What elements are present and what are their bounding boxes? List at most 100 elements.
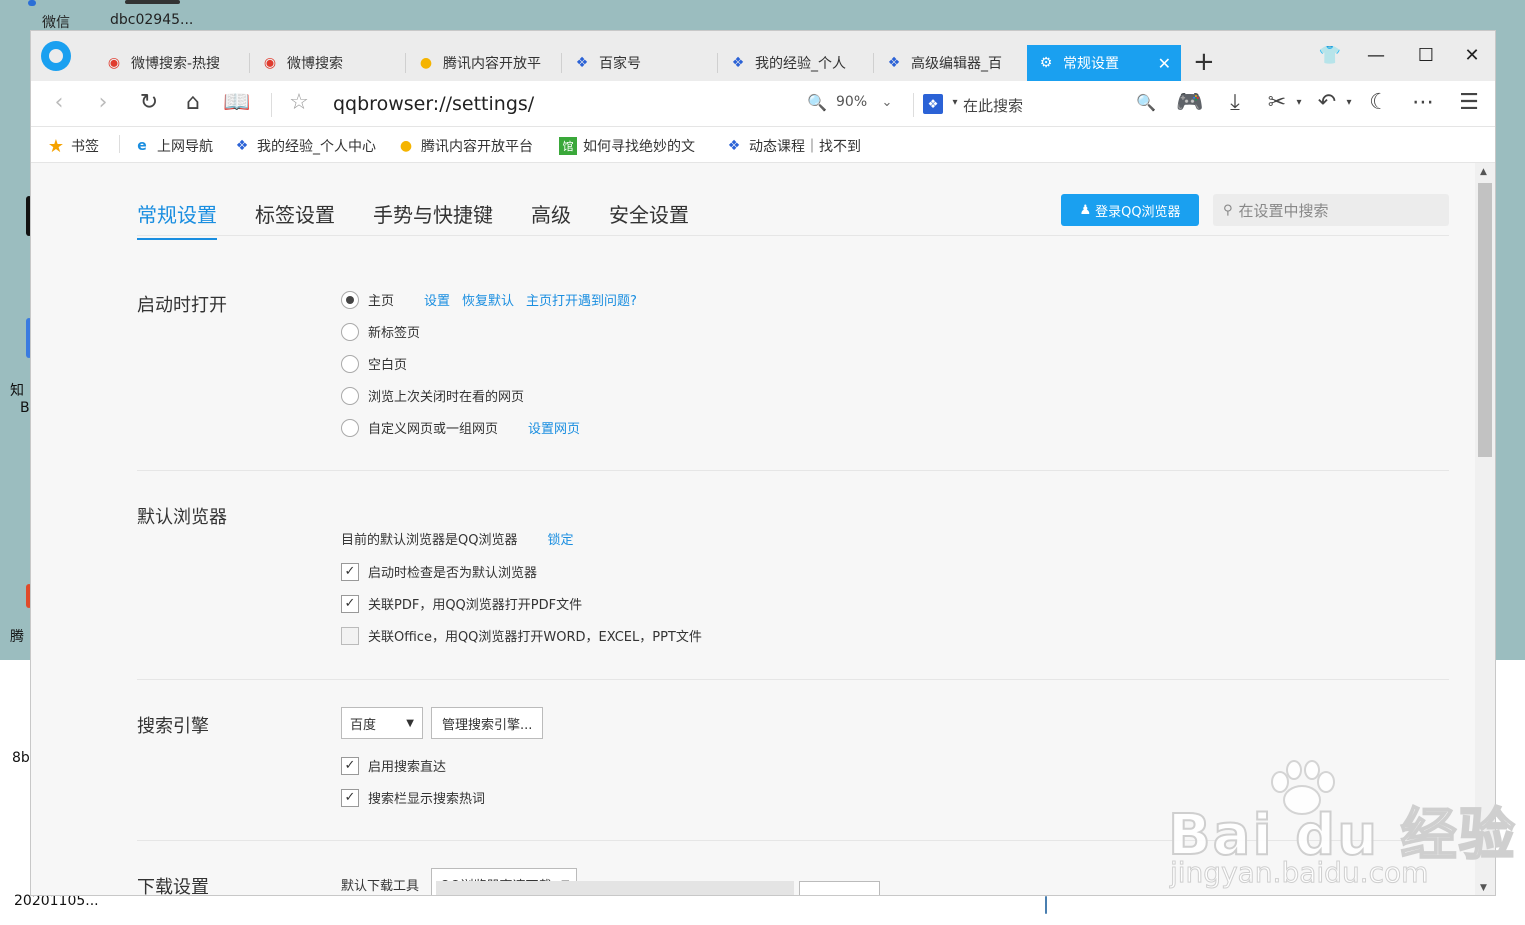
check-search-direct[interactable]: ✓ 启用搜索直达	[341, 756, 446, 775]
tab-general-settings[interactable]: ⚙ 常规设置 ✕	[1027, 45, 1181, 81]
tab-separator	[561, 53, 562, 73]
reading-mode-book-icon[interactable]: 📖	[223, 91, 251, 115]
bookmark-star-icon[interactable]: ☆	[285, 91, 313, 115]
undo-dropdown-caret-icon[interactable]: ▾	[1335, 91, 1363, 115]
tab-advanced-editor[interactable]: ❖ 高级编辑器_百	[875, 45, 1025, 81]
check-default-on-startup[interactable]: ✓ 启动时检查是否为默认浏览器	[341, 562, 537, 581]
startup-option-custom[interactable]: 自定义网页或一组网页 设置网页	[341, 418, 580, 437]
radio-homepage[interactable]	[341, 290, 359, 309]
baidu-paw-icon: ❖	[575, 55, 589, 71]
zoom-icon[interactable]: 🔍	[807, 91, 827, 115]
bookmark-item-find-article[interactable]: 馆 如何寻找绝妙的文	[559, 136, 709, 156]
checkbox-default-on-startup[interactable]: ✓	[341, 562, 359, 581]
radio-custom-pages[interactable]	[341, 418, 359, 437]
game-controller-icon[interactable]: 🎮	[1176, 91, 1204, 115]
radio-new-tab[interactable]	[341, 322, 359, 341]
address-bar-url[interactable]: qqbrowser://settings/	[333, 93, 534, 115]
settings-tab-advanced[interactable]: 高级	[531, 199, 571, 240]
tab-tencent-content[interactable]: ● 腾讯内容开放平	[407, 45, 557, 81]
skin-shirt-icon[interactable]: 👕	[1315, 45, 1345, 66]
checkbox-associate-pdf[interactable]: ✓	[341, 594, 359, 613]
checkbox-hot-search-words[interactable]: ✓	[341, 788, 359, 807]
search-engine-controls: 百度 ▼ 管理搜索引擎...	[341, 707, 544, 739]
baidu-jingyan-url-watermark: jingyan.baidu.com	[1169, 856, 1429, 890]
settings-tab-tabs[interactable]: 标签设置	[255, 199, 335, 240]
tab-weibo-search-hot[interactable]: ◉ 微博搜索-热搜	[95, 45, 245, 81]
download-path-field[interactable]	[436, 881, 794, 895]
tab-label: 微博搜索	[287, 56, 343, 72]
restore-default-link[interactable]: 恢复默认	[462, 290, 514, 309]
bookmark-item-web-nav[interactable]: e 上网导航	[133, 136, 213, 156]
bookmark-item-bookmarks[interactable]: ★ 书签	[47, 136, 99, 156]
homepage-problem-link[interactable]: 主页打开遇到问题?	[526, 290, 637, 309]
bookmark-item-dynamic-course[interactable]: ❖ 动态课程｜找不到	[725, 136, 875, 156]
radio-restore-last[interactable]	[341, 386, 359, 405]
desktop-icon-label-wechat[interactable]: 微信	[42, 12, 70, 32]
bookmark-label: 书签	[71, 139, 99, 155]
tab-weibo-search[interactable]: ◉ 微博搜索	[251, 45, 401, 81]
desktop-icon-label-zhi[interactable]: 知	[10, 380, 24, 400]
startup-option-new-tab[interactable]: 新标签页	[341, 322, 420, 341]
more-options-icon[interactable]: ⋯	[1409, 91, 1437, 115]
qq-browser-logo-icon[interactable]	[41, 41, 71, 71]
manage-search-engines-button[interactable]: 管理搜索引擎...	[431, 707, 544, 739]
check-associate-office[interactable]: 关联Office，用QQ浏览器打开WORD，EXCEL，PPT文件	[341, 626, 702, 645]
startup-option-homepage[interactable]: 主页 设置 恢复默认 主页打开遇到问题?	[341, 290, 637, 309]
settings-tab-security[interactable]: 安全设置	[609, 199, 689, 240]
lock-default-link[interactable]: 锁定	[547, 529, 573, 548]
desktop-icon-label-teng[interactable]: 腾	[10, 626, 24, 646]
tab-my-experience[interactable]: ❖ 我的经验_个人	[719, 45, 869, 81]
settings-search-input[interactable]: ⚲ 在设置中搜索	[1213, 194, 1449, 226]
settings-tab-general[interactable]: 常规设置	[137, 199, 217, 240]
baidu-paw-icon: ❖	[727, 138, 741, 154]
download-icon[interactable]: ⤓	[1221, 91, 1249, 115]
baidu-paw-icon[interactable]: ❖	[923, 94, 943, 114]
weibo-icon: ◉	[107, 55, 121, 71]
menu-hamburger-icon[interactable]: ☰	[1455, 91, 1483, 115]
home-icon[interactable]: ⌂	[179, 91, 207, 115]
default-browser-status: 目前的默认浏览器是QQ浏览器 锁定	[341, 529, 573, 548]
radio-label: 新标签页	[368, 326, 421, 341]
startup-option-blank[interactable]: 空白页	[341, 354, 407, 373]
section-divider	[137, 679, 1449, 680]
forward-arrow-icon[interactable]: ›	[89, 91, 117, 115]
bookmark-item-my-experience[interactable]: ❖ 我的经验_个人中心	[233, 136, 383, 156]
scroll-up-arrow-icon[interactable]: ▲	[1480, 167, 1487, 177]
zoom-dropdown-chevron-icon[interactable]: ⌄	[873, 91, 901, 115]
scroll-down-arrow-icon[interactable]: ▼	[1480, 883, 1487, 893]
search-icon[interactable]: 🔍	[1132, 91, 1160, 115]
checkbox-associate-office[interactable]	[341, 626, 359, 645]
settings-tab-gestures[interactable]: 手势与快捷键	[373, 199, 493, 240]
night-mode-moon-icon[interactable]: ☾	[1365, 91, 1393, 115]
scissors-dropdown-caret-icon[interactable]: ▾	[1285, 91, 1313, 115]
zoom-level[interactable]: 90%	[836, 94, 867, 110]
close-window-button[interactable]: ✕	[1457, 45, 1487, 66]
maximize-button[interactable]: ☐	[1411, 45, 1441, 66]
minimize-button[interactable]: —	[1361, 45, 1391, 66]
desktop-icon-label-8b[interactable]: 8b	[12, 750, 30, 766]
close-tab-icon[interactable]: ✕	[1158, 54, 1171, 73]
change-download-path-button[interactable]	[799, 881, 880, 895]
page-scrollbar[interactable]: ▲ ▼	[1475, 163, 1495, 895]
scrollbar-thumb[interactable]	[1478, 183, 1492, 457]
ie-icon: e	[137, 138, 147, 154]
checkbox-search-direct[interactable]: ✓	[341, 756, 359, 775]
refresh-icon[interactable]: ↻	[135, 91, 163, 115]
set-pages-link[interactable]: 设置网页	[528, 418, 580, 437]
desktop-icon-label-file[interactable]: dbc02945...	[110, 12, 193, 28]
check-hot-search-words[interactable]: ✓ 搜索栏显示搜索热词	[341, 788, 485, 807]
startup-option-restore-last[interactable]: 浏览上次关闭时在看的网页	[341, 386, 524, 405]
radio-blank-page[interactable]	[341, 354, 359, 373]
login-qq-browser-button[interactable]: ♟ 登录QQ浏览器	[1061, 194, 1199, 226]
new-tab-button[interactable]: +	[1193, 49, 1215, 75]
desktop-icon-label-b[interactable]: B	[20, 400, 30, 416]
bookmark-item-tencent-content[interactable]: ● 腾讯内容开放平台	[397, 136, 533, 156]
back-arrow-icon[interactable]: ‹	[45, 91, 73, 115]
check-associate-pdf[interactable]: ✓ 关联PDF，用QQ浏览器打开PDF文件	[341, 594, 582, 613]
baidu-paw-icon: ❖	[731, 55, 745, 71]
bookmark-label: 如何寻找绝妙的文	[583, 139, 695, 155]
tab-baijiahao[interactable]: ❖ 百家号	[563, 45, 713, 81]
homepage-settings-link[interactable]: 设置	[424, 290, 450, 309]
toolbar-search-input[interactable]: 在此搜索	[963, 95, 1023, 116]
search-engine-select[interactable]: 百度 ▼	[341, 707, 423, 739]
